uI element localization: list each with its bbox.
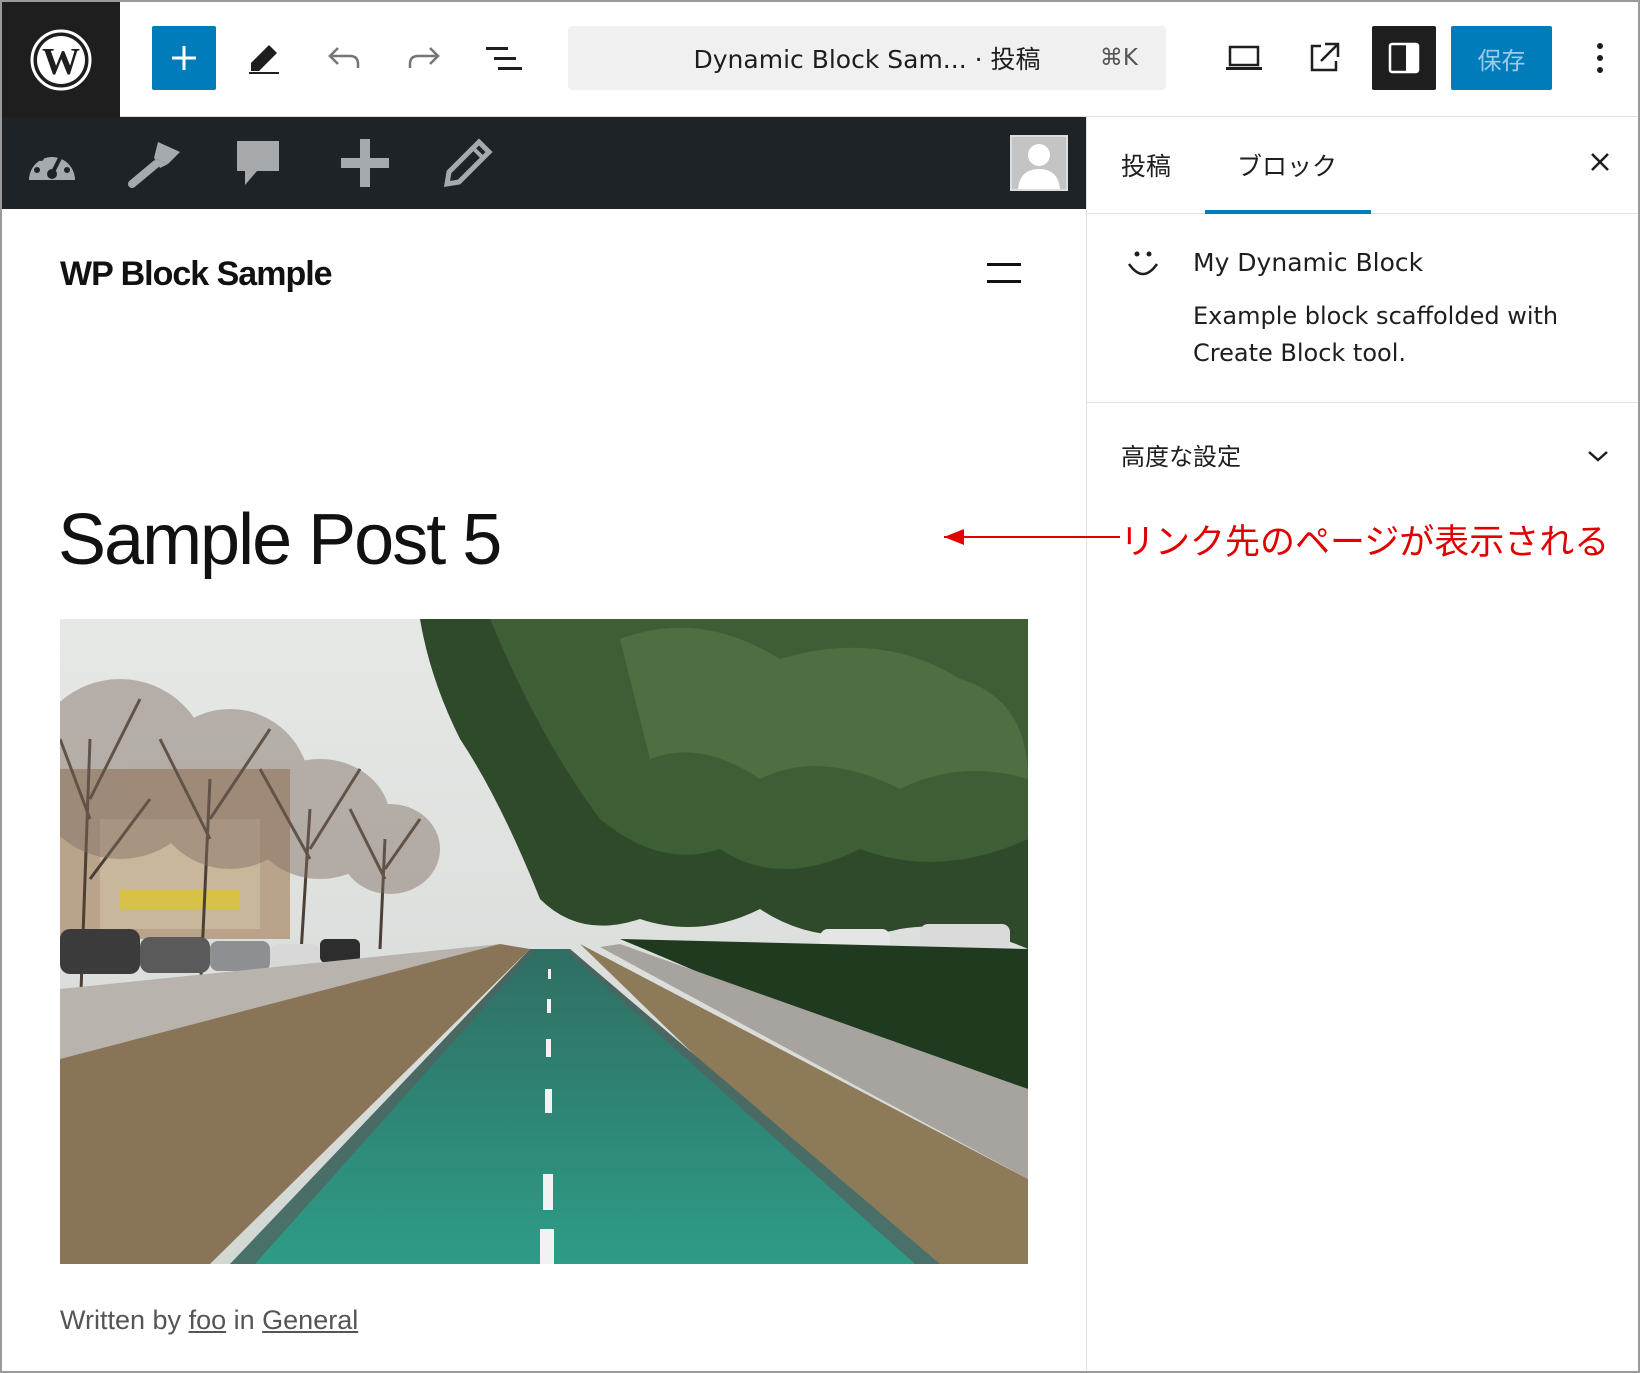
new-plus-icon[interactable]	[335, 135, 395, 191]
smiley-icon	[1127, 251, 1159, 276]
byline-in: in	[233, 1305, 255, 1335]
block-description: Example block scaffolded with Create Blo…	[1193, 302, 1559, 367]
settings-sidebar: 投稿 ブロック My Dynamic Block Example block s…	[1086, 117, 1638, 1371]
site-title[interactable]: WP Block Sample	[60, 255, 333, 294]
advanced-settings-label: 高度な設定	[1121, 443, 1241, 471]
pencil-icon	[249, 45, 279, 74]
dashboard-icon[interactable]	[22, 135, 82, 191]
settings-toggle-button[interactable]	[1372, 26, 1436, 90]
author-link[interactable]: foo	[189, 1305, 227, 1335]
tools-button[interactable]	[232, 26, 296, 90]
undo-icon	[328, 47, 360, 68]
document-title: Dynamic Block Sam... · 投稿	[693, 45, 1041, 74]
tab-block[interactable]: ブロック	[1237, 147, 1337, 183]
laptop-icon	[1226, 45, 1262, 70]
annotation-arrow-icon	[944, 529, 964, 545]
post-title[interactable]: Sample Post 5	[58, 499, 502, 581]
block-card: My Dynamic Block Example block scaffolde…	[1087, 214, 1638, 403]
command-shortcut: ⌘K	[1099, 45, 1138, 71]
advanced-settings-panel[interactable]: 高度な設定	[1087, 403, 1638, 507]
annotation-arrow-line	[944, 536, 1120, 538]
editor-window: W Dynamic Block Sam... · 投稿 ⌘K 保存 WP Blo…	[0, 0, 1640, 1373]
admin-bar	[2, 117, 1086, 209]
user-avatar[interactable]	[1010, 135, 1068, 191]
editor-toolbar: W Dynamic Block Sam... · 投稿 ⌘K 保存	[2, 2, 1638, 117]
plus-icon	[172, 46, 196, 70]
editor-canvas: WP Block Sample Sample Post 5 Written by…	[2, 209, 1086, 1371]
wordpress-logo-icon[interactable]: W	[2, 2, 120, 117]
featured-image[interactable]	[60, 619, 1028, 1264]
customize-brush-icon[interactable]	[124, 135, 184, 191]
svg-text:W: W	[42, 41, 80, 83]
comments-icon[interactable]	[228, 135, 288, 191]
sidebar-toggle-icon	[1388, 42, 1420, 74]
sidebar-tabs: 投稿 ブロック	[1087, 117, 1638, 214]
post-byline: Written by foo in General	[60, 1305, 358, 1336]
annotation-text: リンク先のページが表示される	[1120, 523, 1610, 563]
hamburger-icon[interactable]	[987, 261, 1021, 285]
redo-icon	[408, 47, 440, 68]
category-link[interactable]: General	[262, 1305, 358, 1335]
preview-button[interactable]	[1212, 26, 1276, 90]
tab-post[interactable]: 投稿	[1121, 147, 1171, 183]
list-view-icon	[486, 47, 522, 70]
close-icon[interactable]	[1585, 147, 1615, 177]
external-link-icon	[1310, 42, 1340, 72]
add-block-button[interactable]	[152, 26, 216, 90]
view-post-button[interactable]	[1292, 26, 1356, 90]
options-button[interactable]	[1568, 26, 1632, 90]
save-button[interactable]: 保存	[1451, 26, 1552, 90]
block-name: My Dynamic Block	[1193, 248, 1424, 277]
byline-written-by: Written by	[60, 1305, 182, 1335]
chevron-down-icon	[1588, 451, 1608, 462]
document-title-bar[interactable]: Dynamic Block Sam... · 投稿 ⌘K	[568, 26, 1166, 90]
list-view-button[interactable]	[472, 26, 536, 90]
undo-button[interactable]	[312, 26, 376, 90]
edit-pencil-icon[interactable]	[438, 135, 498, 191]
redo-button[interactable]	[392, 26, 456, 90]
more-vertical-icon	[1597, 43, 1603, 73]
